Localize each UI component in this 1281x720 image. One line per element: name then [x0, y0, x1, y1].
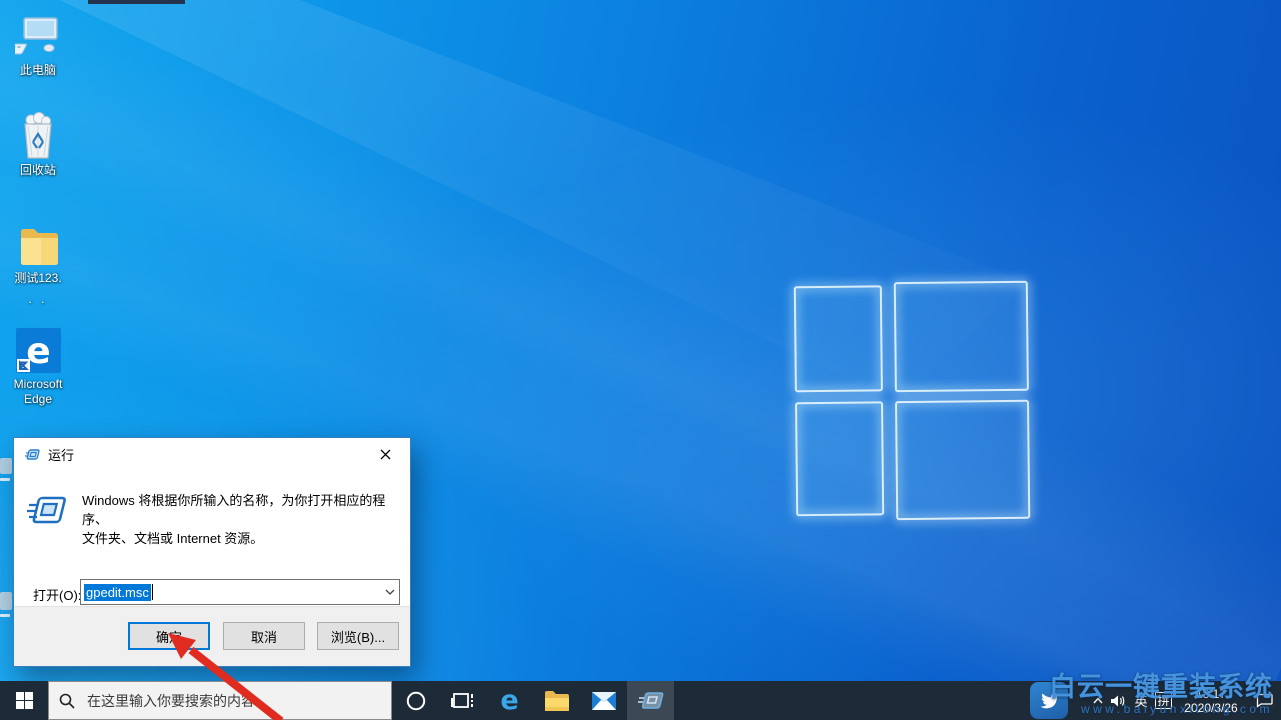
- clock-date: 2020/3/26: [1175, 701, 1247, 715]
- cancel-button[interactable]: 取消: [223, 622, 305, 650]
- search-icon: [59, 693, 75, 709]
- run-dialog-body: Windows 将根据你所输入的名称，为你打开相应的程序、 文件夹、文档或 In…: [14, 471, 410, 611]
- cortana-icon: [405, 690, 427, 712]
- taskbar-mail-button[interactable]: [580, 681, 627, 720]
- action-center-button[interactable]: [1247, 693, 1281, 708]
- desktop-icon-label: 回收站: [0, 163, 76, 178]
- taskbar-search-input[interactable]: 在这里输入你要搜索的内容: [48, 681, 392, 720]
- run-icon-large: [27, 491, 67, 536]
- hidden-desktop-icon-label-sliver: [0, 478, 10, 481]
- desktop-icon-label-overflow: . .: [0, 292, 76, 307]
- start-button[interactable]: [0, 681, 48, 720]
- hidden-desktop-icon-label-sliver: [0, 614, 10, 617]
- run-dialog-title: 运行: [48, 445, 368, 464]
- desktop-icon-label: 测试123.: [0, 271, 76, 286]
- chevron-up-icon: [1093, 697, 1103, 704]
- taskbar-file-explorer-button[interactable]: [533, 681, 580, 720]
- start-icon: [16, 692, 33, 709]
- action-center-icon: [1256, 693, 1273, 708]
- run-icon: [638, 689, 664, 713]
- desktop-icon-label: 此电脑: [0, 63, 76, 78]
- edge-icon: e: [500, 685, 518, 716]
- clock-time: 18:17: [1175, 687, 1247, 701]
- volume-button[interactable]: [1106, 694, 1130, 708]
- this-pc-icon: [0, 12, 76, 60]
- run-input[interactable]: gpedit.msc: [80, 579, 400, 605]
- close-button[interactable]: [368, 442, 402, 468]
- chevron-down-icon: [385, 589, 395, 595]
- taskbar-run-button[interactable]: [627, 681, 674, 720]
- run-dialog-window: 运行 Windows 将根据你所输入的名称，为你打开相应的程序、 文件夹、文档或…: [13, 437, 411, 667]
- close-icon: [380, 449, 391, 460]
- hidden-desktop-icon-sliver: [0, 592, 12, 610]
- message-line-1: Windows 将根据你所输入的名称，为你打开相应的程序、: [82, 491, 410, 529]
- run-dialog-footer: 确定 取消 浏览(B)...: [14, 606, 410, 666]
- clock[interactable]: 18:17 2020/3/26: [1175, 687, 1247, 715]
- run-icon: [25, 447, 41, 463]
- combo-dropdown-button[interactable]: [380, 580, 399, 604]
- file-explorer-icon: [544, 690, 570, 712]
- desktop-icon-label: Microsoft Edge: [0, 377, 76, 407]
- mail-icon: [591, 691, 617, 711]
- top-edge-artifact: [88, 0, 185, 4]
- search-placeholder: 在这里输入你要搜索的内容: [87, 691, 255, 711]
- desktop-icon-this-pc[interactable]: 此电脑: [0, 12, 76, 78]
- message-line-2: 文件夹、文档或 Internet 资源。: [82, 529, 410, 548]
- run-input-selected-text: gpedit.msc: [84, 584, 151, 601]
- speaker-icon: [1110, 694, 1126, 708]
- system-tray: 英 拼 18:17 2020/3/26: [1090, 681, 1281, 720]
- run-dialog-message: Windows 将根据你所输入的名称，为你打开相应的程序、 文件夹、文档或 In…: [82, 491, 410, 548]
- cortana-button[interactable]: [392, 681, 439, 720]
- folder-icon: [0, 220, 76, 268]
- ime-language-indicator[interactable]: 英: [1130, 691, 1152, 710]
- open-label: 打开(O):: [33, 585, 81, 604]
- run-dialog-titlebar[interactable]: 运行: [14, 438, 410, 471]
- ok-button[interactable]: 确定: [128, 622, 210, 650]
- desktop-icon-recycle-bin[interactable]: 回收站: [0, 112, 76, 178]
- task-view-icon: [451, 690, 475, 712]
- ime-pinyin-indicator[interactable]: 拼: [1155, 692, 1172, 709]
- task-view-button[interactable]: [439, 681, 486, 720]
- edge-icon: e: [0, 326, 76, 374]
- desktop-icon-test-folder[interactable]: 测试123. . .: [0, 220, 76, 307]
- browse-button[interactable]: 浏览(B)...: [317, 622, 399, 650]
- desktop-icon-edge[interactable]: e Microsoft Edge: [0, 326, 76, 407]
- text-caret: [152, 584, 153, 600]
- taskbar: 在这里输入你要搜索的内容 e: [0, 681, 1281, 720]
- hidden-desktop-icon-sliver: [0, 458, 12, 474]
- show-hidden-icons-button[interactable]: [1090, 697, 1106, 704]
- recycle-bin-icon: [0, 112, 76, 160]
- taskbar-edge-button[interactable]: e: [486, 681, 533, 720]
